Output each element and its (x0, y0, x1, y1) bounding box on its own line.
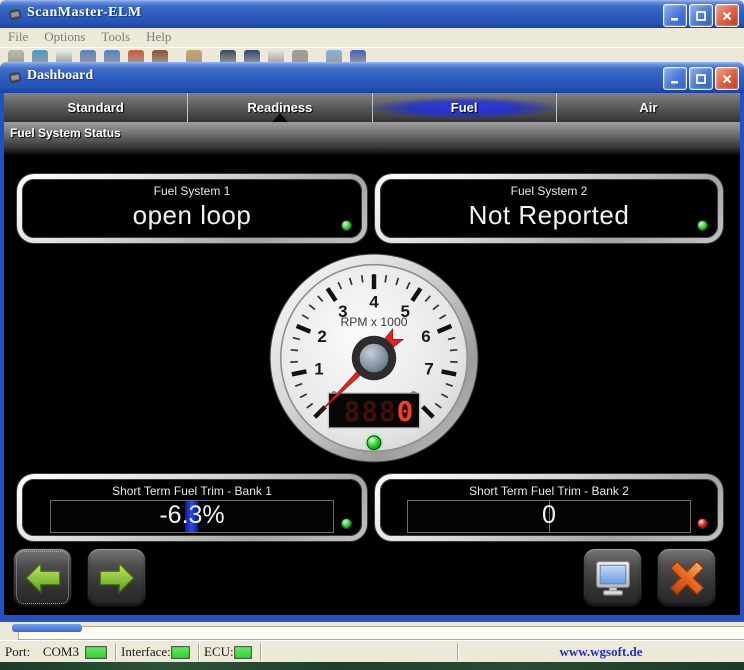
svg-text:8880: 8880 (344, 396, 415, 428)
prev-button[interactable] (14, 549, 71, 606)
progress-fragment (12, 624, 82, 632)
main-toolbar (0, 47, 744, 63)
status-label: Port: (0, 644, 30, 660)
dashboard-titlebar: Dashboard (0, 62, 744, 93)
status-led (341, 220, 352, 231)
connection-indicator (85, 646, 107, 659)
status-label: Interface: (116, 644, 171, 660)
chip-icon (7, 6, 23, 27)
main-window-title: ScanMaster-ELM (27, 5, 142, 21)
tab-label: Readiness (247, 100, 312, 115)
panel-label: Short Term Fuel Trim - Bank 1 (112, 484, 272, 498)
close-button[interactable] (715, 4, 739, 27)
display-button[interactable] (584, 549, 641, 606)
menu-tools[interactable]: Tools (93, 28, 138, 45)
dashboard-window: Dashboard Standard Readiness Fuel Air Fuel … (0, 62, 744, 622)
trim-bar-graph: -6.3% (50, 500, 334, 533)
maximize-button[interactable] (689, 4, 713, 27)
panel-inner: Short Term Fuel Trim - Bank 2 0 (380, 479, 718, 536)
status-led (341, 518, 352, 529)
dashboard-minimize-button[interactable] (663, 67, 687, 90)
panel-value: open loop (133, 200, 252, 231)
status-segment-ecu: ECU: (199, 643, 260, 661)
panel-label: Fuel System 2 (511, 184, 588, 198)
status-segment-empty (261, 643, 457, 661)
panel-label: Short Term Fuel Trim - Bank 2 (469, 484, 629, 498)
client-strip (0, 622, 744, 640)
arrow-left-icon (23, 558, 63, 598)
svg-text:1: 1 (314, 359, 323, 378)
status-label: ECU: (199, 644, 234, 660)
connection-indicator (171, 646, 190, 659)
svg-text:2: 2 (317, 327, 326, 346)
panel-value: 0 (408, 501, 690, 532)
status-led (697, 220, 708, 231)
dashboard-title: Dashboard (27, 68, 93, 84)
panel-inner: Fuel System 1 open loop (22, 179, 362, 238)
section-header: Fuel System Status (4, 122, 740, 155)
main-titlebar: ScanMaster-ELM (0, 0, 744, 28)
svg-text:6: 6 (421, 327, 430, 346)
panel-inner: Fuel System 2 Not Reported (380, 179, 718, 238)
svg-text:4: 4 (369, 292, 379, 311)
panel-short-term-fuel-trim-bank-2: Short Term Fuel Trim - Bank 2 0 (375, 474, 723, 541)
tab-label: Air (639, 100, 657, 115)
panel-fuel-system-1: Fuel System 1 open loop (17, 174, 367, 243)
panel-value: -6.3% (51, 501, 333, 532)
tab-standard[interactable]: Standard (4, 93, 187, 122)
client-inner-panel (18, 626, 744, 640)
tab-bar: Standard Readiness Fuel Air (4, 93, 740, 122)
x-mark-icon (666, 557, 708, 599)
svg-text:7: 7 (424, 359, 433, 378)
status-segment-interface: Interface: (116, 643, 198, 661)
arrow-right-icon (97, 558, 137, 598)
tab-label: Fuel (451, 100, 478, 115)
tab-label: Standard (67, 100, 123, 115)
menu-bar: FileOptionsToolsHelp (0, 28, 744, 47)
website-link[interactable]: www.wgsoft.de (458, 644, 744, 660)
dashboard-maximize-button[interactable] (689, 67, 713, 90)
status-value: COM3 (43, 644, 79, 660)
status-bar: Port: COM3 Interface: ECU: www.wgsoft.de (0, 640, 744, 663)
chip-icon (7, 69, 23, 90)
menu-file[interactable]: File (0, 28, 36, 45)
status-segment-port: Port: COM3 (0, 643, 115, 661)
panel-fuel-system-2: Fuel System 2 Not Reported (375, 174, 723, 243)
minimize-button[interactable] (663, 4, 687, 27)
tab-air[interactable]: Air (556, 93, 740, 122)
rpm-gauge: 012345678 RPM x 1000 8880 (268, 252, 480, 464)
tab-readiness[interactable]: Readiness (187, 93, 371, 122)
panel-label: Fuel System 1 (154, 184, 231, 198)
dashboard-body: Standard Readiness Fuel Air Fuel System Sta… (0, 93, 744, 622)
section-header-label: Fuel System Status (4, 122, 740, 140)
connection-indicator (234, 646, 252, 659)
next-button[interactable] (88, 549, 145, 606)
menu-help[interactable]: Help (138, 28, 179, 45)
dashboard-close-button[interactable] (715, 67, 739, 90)
screen: ScanMaster-ELM FileOptionsToolsHelp Dash… (0, 0, 744, 670)
tab-fuel[interactable]: Fuel (372, 93, 556, 122)
panel-short-term-fuel-trim-bank-1: Short Term Fuel Trim - Bank 1 -6.3% (17, 474, 367, 541)
panel-inner: Short Term Fuel Trim - Bank 1 -6.3% (22, 479, 362, 536)
svg-text:RPM x 1000: RPM x 1000 (340, 315, 407, 329)
dashboard-content: 012345678 RPM x 1000 8880 (4, 155, 740, 615)
monitor-icon (592, 557, 634, 599)
desktop-strip (0, 662, 744, 670)
trim-bar-graph: 0 (407, 500, 691, 533)
exit-button[interactable] (658, 549, 715, 606)
panel-value: Not Reported (469, 200, 630, 231)
status-led (697, 518, 708, 529)
menu-options[interactable]: Options (36, 28, 93, 45)
